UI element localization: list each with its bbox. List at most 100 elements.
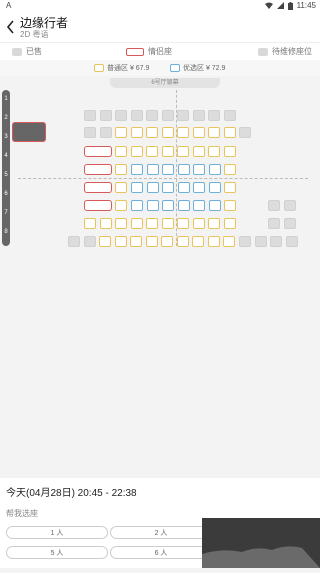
seat[interactable] xyxy=(162,164,174,175)
seat[interactable] xyxy=(208,182,221,193)
sold-seat xyxy=(239,127,251,138)
seat[interactable] xyxy=(146,127,158,138)
sold-seat xyxy=(115,110,127,121)
seat[interactable] xyxy=(192,236,204,247)
seat[interactable] xyxy=(193,200,205,211)
seat[interactable] xyxy=(208,218,220,229)
seat[interactable] xyxy=(223,146,236,157)
legend-sold-label: 已售 xyxy=(26,47,42,56)
seat[interactable] xyxy=(146,200,159,211)
sold-seat xyxy=(83,236,96,247)
seat[interactable] xyxy=(193,182,205,193)
notification-icon: A xyxy=(6,1,12,10)
seat[interactable] xyxy=(115,182,127,193)
legend-couple: 情侣座 xyxy=(126,46,172,57)
seat[interactable] xyxy=(145,236,158,247)
seat[interactable] xyxy=(208,200,221,211)
seat[interactable] xyxy=(84,218,96,229)
seat[interactable] xyxy=(176,236,189,247)
pick-2-button[interactable]: 2 人 xyxy=(110,526,212,539)
seat[interactable] xyxy=(192,146,205,157)
seat[interactable] xyxy=(177,182,190,193)
premium-seat-icon xyxy=(170,64,180,72)
sold-seat xyxy=(283,200,296,211)
seat[interactable] xyxy=(130,146,143,157)
seat[interactable] xyxy=(115,127,127,138)
seat[interactable] xyxy=(130,127,143,138)
couple-seat[interactable] xyxy=(84,164,112,175)
legend-couple-label: 情侣座 xyxy=(148,47,172,56)
seat[interactable] xyxy=(162,200,174,211)
sold-seat xyxy=(254,236,267,247)
seat[interactable] xyxy=(99,218,112,229)
seat[interactable] xyxy=(177,146,189,157)
seat[interactable] xyxy=(146,164,159,175)
seat[interactable] xyxy=(223,236,235,247)
seat[interactable] xyxy=(115,164,127,175)
seat[interactable] xyxy=(115,146,127,157)
price-legend: 普通区 ¥ 67.9 优选区 ¥ 72.9 xyxy=(0,60,320,76)
minimap-viewport[interactable] xyxy=(12,122,46,142)
seat[interactable] xyxy=(115,200,127,211)
seat[interactable] xyxy=(224,182,236,193)
seat[interactable] xyxy=(146,146,158,157)
seat[interactable] xyxy=(114,236,127,247)
couple-seat[interactable] xyxy=(84,146,112,157)
sold-seat xyxy=(208,110,220,121)
seat[interactable] xyxy=(161,127,174,138)
seat[interactable] xyxy=(193,164,205,175)
seat[interactable] xyxy=(223,127,236,138)
seat[interactable] xyxy=(146,182,159,193)
signal-icon xyxy=(276,2,284,9)
seat[interactable] xyxy=(162,182,174,193)
seat[interactable] xyxy=(192,218,205,229)
legend-repair: 待维修座位 xyxy=(258,46,312,57)
seat[interactable] xyxy=(131,164,143,175)
couple-seat-icon xyxy=(126,47,144,56)
seat[interactable] xyxy=(224,200,236,211)
sold-seat xyxy=(161,110,174,121)
seat[interactable] xyxy=(161,146,174,157)
seat[interactable] xyxy=(208,164,221,175)
header: 边缘行者 2D 粤语 xyxy=(0,12,320,42)
seat[interactable] xyxy=(177,164,190,175)
seat[interactable] xyxy=(208,146,220,157)
couple-seat[interactable] xyxy=(84,200,112,211)
status-time: 11:45 xyxy=(296,1,316,10)
showtime-bar: 今天(04月28日) 20:45 - 22:38 xyxy=(0,478,320,503)
seat[interactable] xyxy=(131,182,143,193)
screen-label: 6号厅银幕 xyxy=(110,78,220,88)
pick-6-button[interactable]: 6 人 xyxy=(110,546,212,559)
seat[interactable] xyxy=(208,127,220,138)
seat[interactable] xyxy=(192,127,205,138)
preview-thumbnail xyxy=(202,518,320,568)
sold-seat xyxy=(192,110,205,121)
movie-format: 2D 粤语 xyxy=(20,30,49,39)
seat[interactable] xyxy=(99,236,111,247)
seat[interactable] xyxy=(115,218,127,229)
sold-seat xyxy=(99,127,112,138)
seat[interactable] xyxy=(207,236,220,247)
seat[interactable] xyxy=(177,218,189,229)
seat[interactable] xyxy=(177,200,190,211)
sold-seat xyxy=(99,110,112,121)
seat-legend: 已售 情侣座 待维修座位 xyxy=(0,42,320,62)
seat[interactable] xyxy=(161,218,174,229)
seat[interactable] xyxy=(146,218,158,229)
pick-1-button[interactable]: 1 人 xyxy=(6,526,108,539)
seat[interactable] xyxy=(130,236,142,247)
seat[interactable] xyxy=(224,164,236,175)
preview-graph xyxy=(202,546,320,568)
row-number-bar[interactable]: 1 2 3 4 5 6 7 8 xyxy=(2,90,10,246)
pick-5-button[interactable]: 5 人 xyxy=(6,546,108,559)
sold-seat xyxy=(223,110,236,121)
row-label: 6 xyxy=(4,191,8,197)
seat[interactable] xyxy=(131,200,143,211)
couple-seat[interactable] xyxy=(84,182,112,193)
seat[interactable] xyxy=(223,218,236,229)
seat[interactable] xyxy=(130,218,143,229)
seat[interactable] xyxy=(177,127,189,138)
back-arrow-icon[interactable] xyxy=(4,18,18,36)
seat[interactable] xyxy=(161,236,173,247)
sold-seat xyxy=(268,200,280,211)
